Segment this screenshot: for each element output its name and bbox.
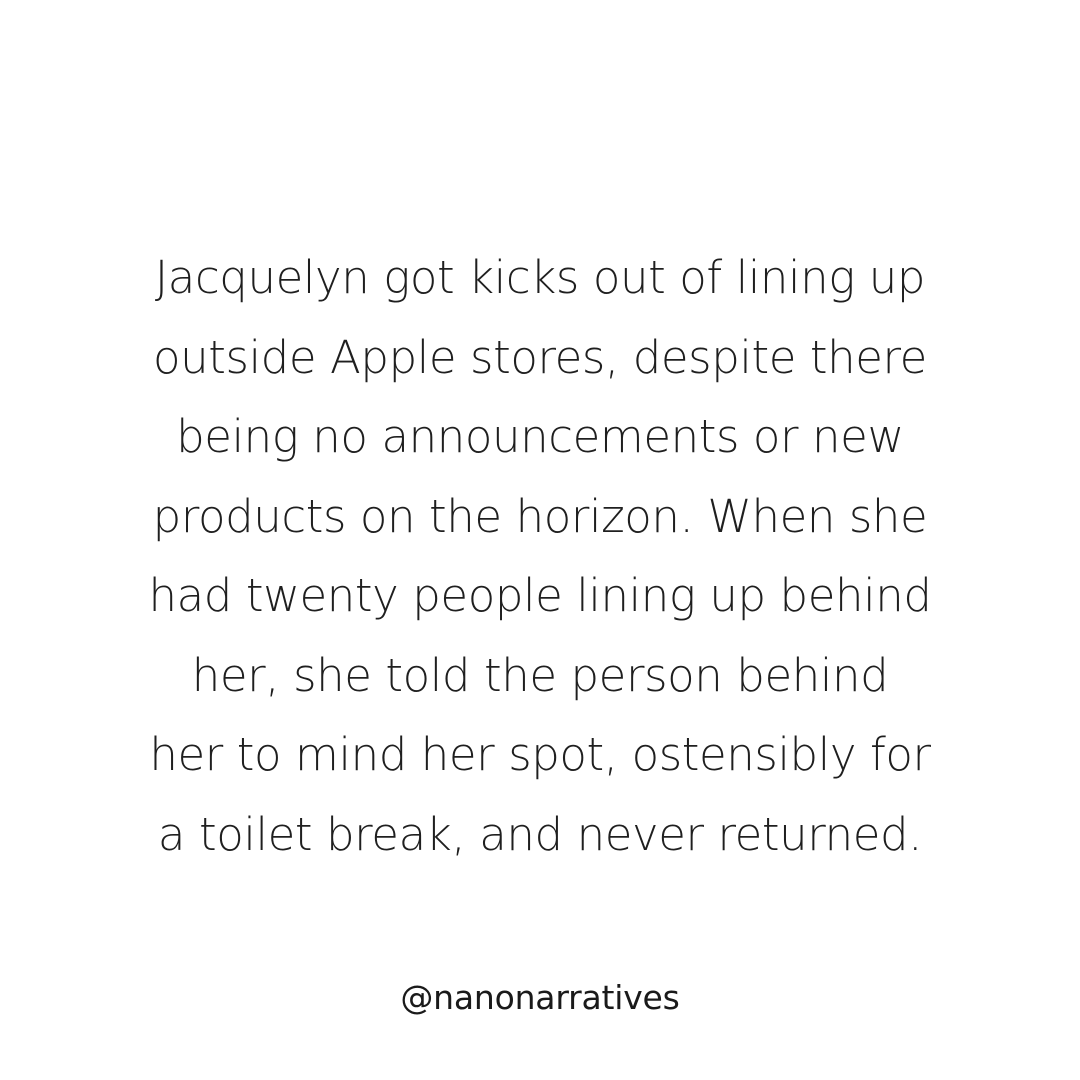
post-card: Jacquelyn got kicks out of lining up out…	[0, 0, 1080, 1080]
story-text: Jacquelyn got kicks out of lining up out…	[60, 238, 1020, 874]
story-line-4: products on the horizon. When she	[152, 489, 928, 543]
story-line-1: Jacquelyn got kicks out of lining up	[154, 251, 926, 304]
story-line-6: her, she told the person behind	[191, 648, 889, 702]
story-line-2: outside Apple stores, despite there	[153, 330, 927, 384]
story-line-5: had twenty people lining up behind	[148, 569, 932, 622]
story-line-7: her to mind her spot, ostensibly for	[149, 728, 931, 781]
story-line-8: a toilet break, and never returned.	[157, 807, 923, 861]
story-line-3: being no announcements or new	[176, 410, 904, 463]
account-handle: @nanonarratives	[400, 978, 680, 1017]
